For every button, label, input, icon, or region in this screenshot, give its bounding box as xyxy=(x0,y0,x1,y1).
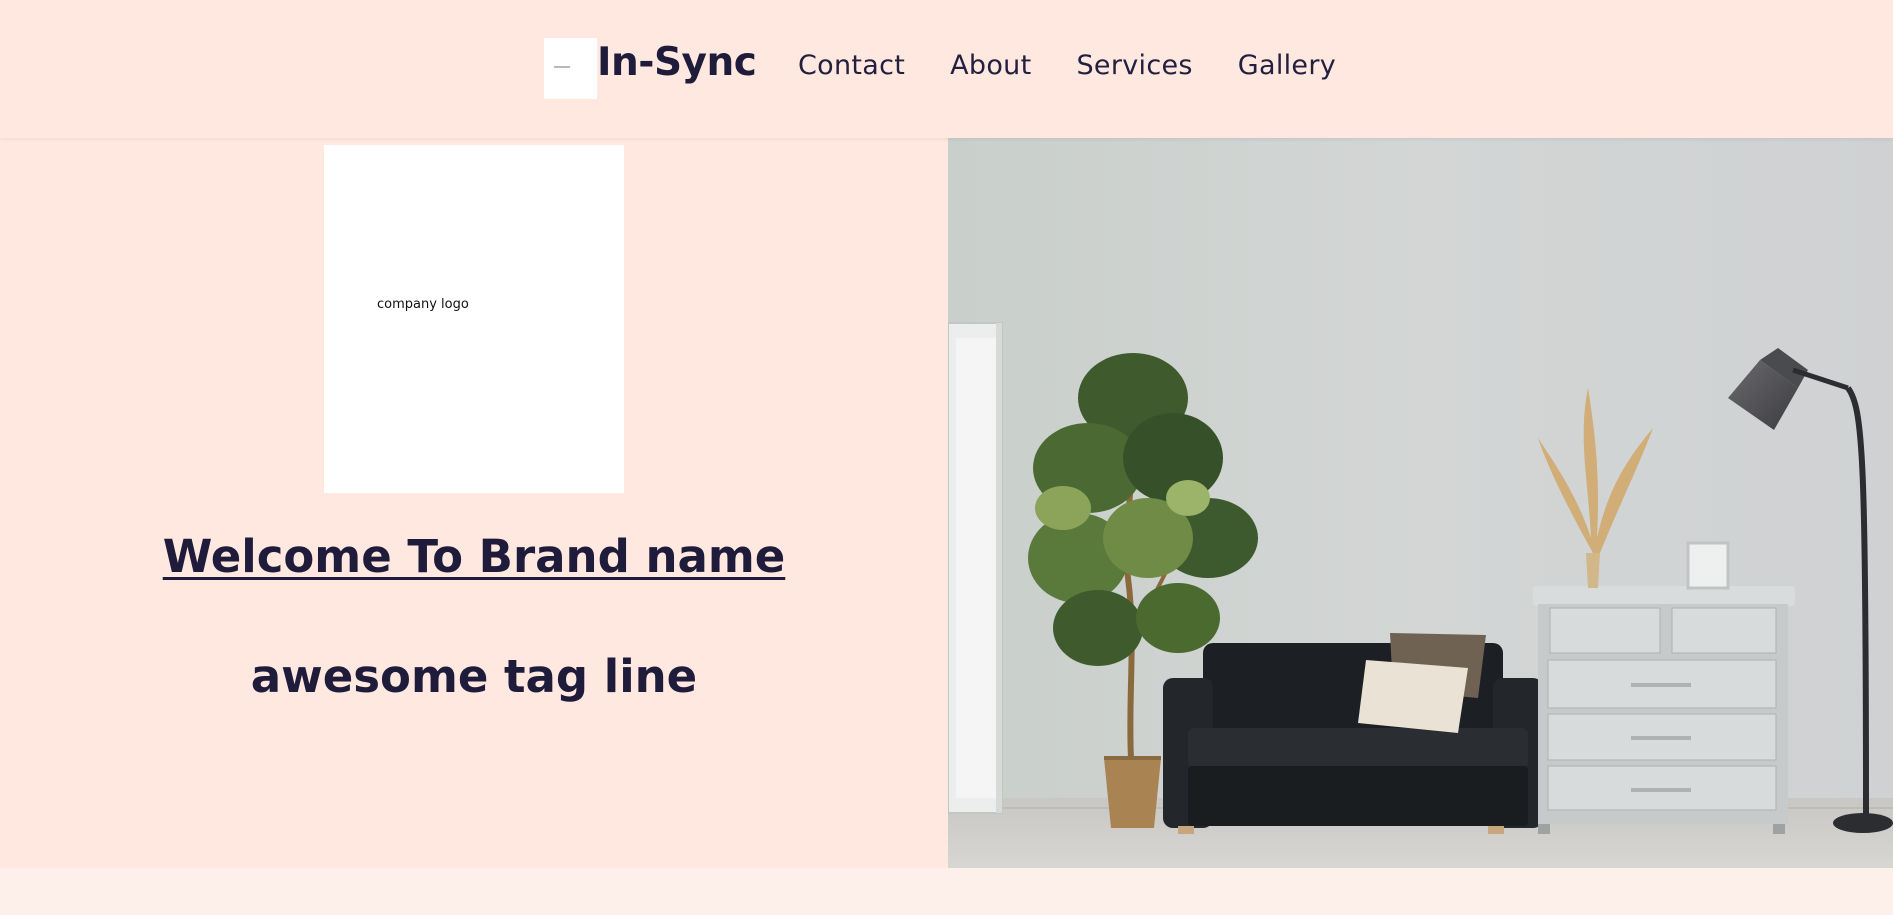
company-logo-alt-text: company logo xyxy=(377,297,469,312)
nav-link-services[interactable]: Services xyxy=(1076,50,1192,81)
company-logo-image: company logo xyxy=(324,145,624,493)
main-nav: Contact About Services Gallery xyxy=(798,50,1336,81)
welcome-heading-text[interactable]: Welcome To Brand name xyxy=(163,530,786,583)
brand-name[interactable]: In-Sync xyxy=(597,40,757,85)
brand-logo-image[interactable] xyxy=(544,38,597,99)
black-sofa xyxy=(1163,633,1543,834)
living-room-illustration xyxy=(948,138,1893,868)
tagline-heading: awesome tag line xyxy=(250,650,698,703)
site-header: In-Sync Contact About Services Gallery xyxy=(0,0,1893,138)
nav-link-about[interactable]: About xyxy=(950,50,1031,81)
page-bottom-strip xyxy=(0,868,1893,915)
hero-living-room-photo xyxy=(948,138,1893,868)
welcome-heading: Welcome To Brand name xyxy=(0,530,948,583)
nav-link-gallery[interactable]: Gallery xyxy=(1238,50,1336,81)
broken-image-icon xyxy=(554,66,570,68)
nav-link-contact[interactable]: Contact xyxy=(798,50,905,81)
